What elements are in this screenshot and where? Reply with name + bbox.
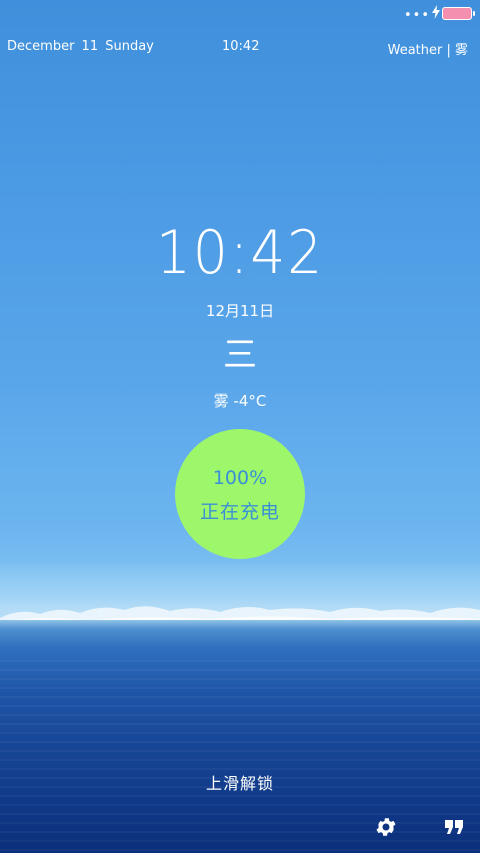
lockscreen-date: 12月11日 <box>205 302 275 320</box>
unlock-hint[interactable]: 上滑解锁 <box>0 770 480 794</box>
sea-ripples <box>0 660 480 853</box>
lightning-icon <box>432 5 440 19</box>
lockscreen-weather: 雾 -4°C <box>213 392 267 410</box>
quote-icon[interactable] <box>442 815 466 839</box>
header-time: 10:42 <box>222 39 260 54</box>
header-date: December 11 Sunday <box>7 39 154 54</box>
lockscreen-weekday: 三 <box>223 335 257 375</box>
notification-dots: ••• <box>403 8 430 23</box>
charging-indicator: 100% 正在充电 <box>175 429 305 559</box>
battery-icon <box>442 7 475 20</box>
header-weather[interactable]: Weather | 雾 <box>388 39 468 58</box>
status-bar: ••• <box>0 0 480 30</box>
charge-status: 正在充电 <box>199 501 280 523</box>
lockscreen-clock: 10:42 <box>155 218 325 288</box>
gear-icon[interactable] <box>374 815 398 839</box>
info-row: December 11 Sunday 10:42 Weather | 雾 <box>0 39 480 59</box>
charge-percent: 100% <box>212 467 268 489</box>
